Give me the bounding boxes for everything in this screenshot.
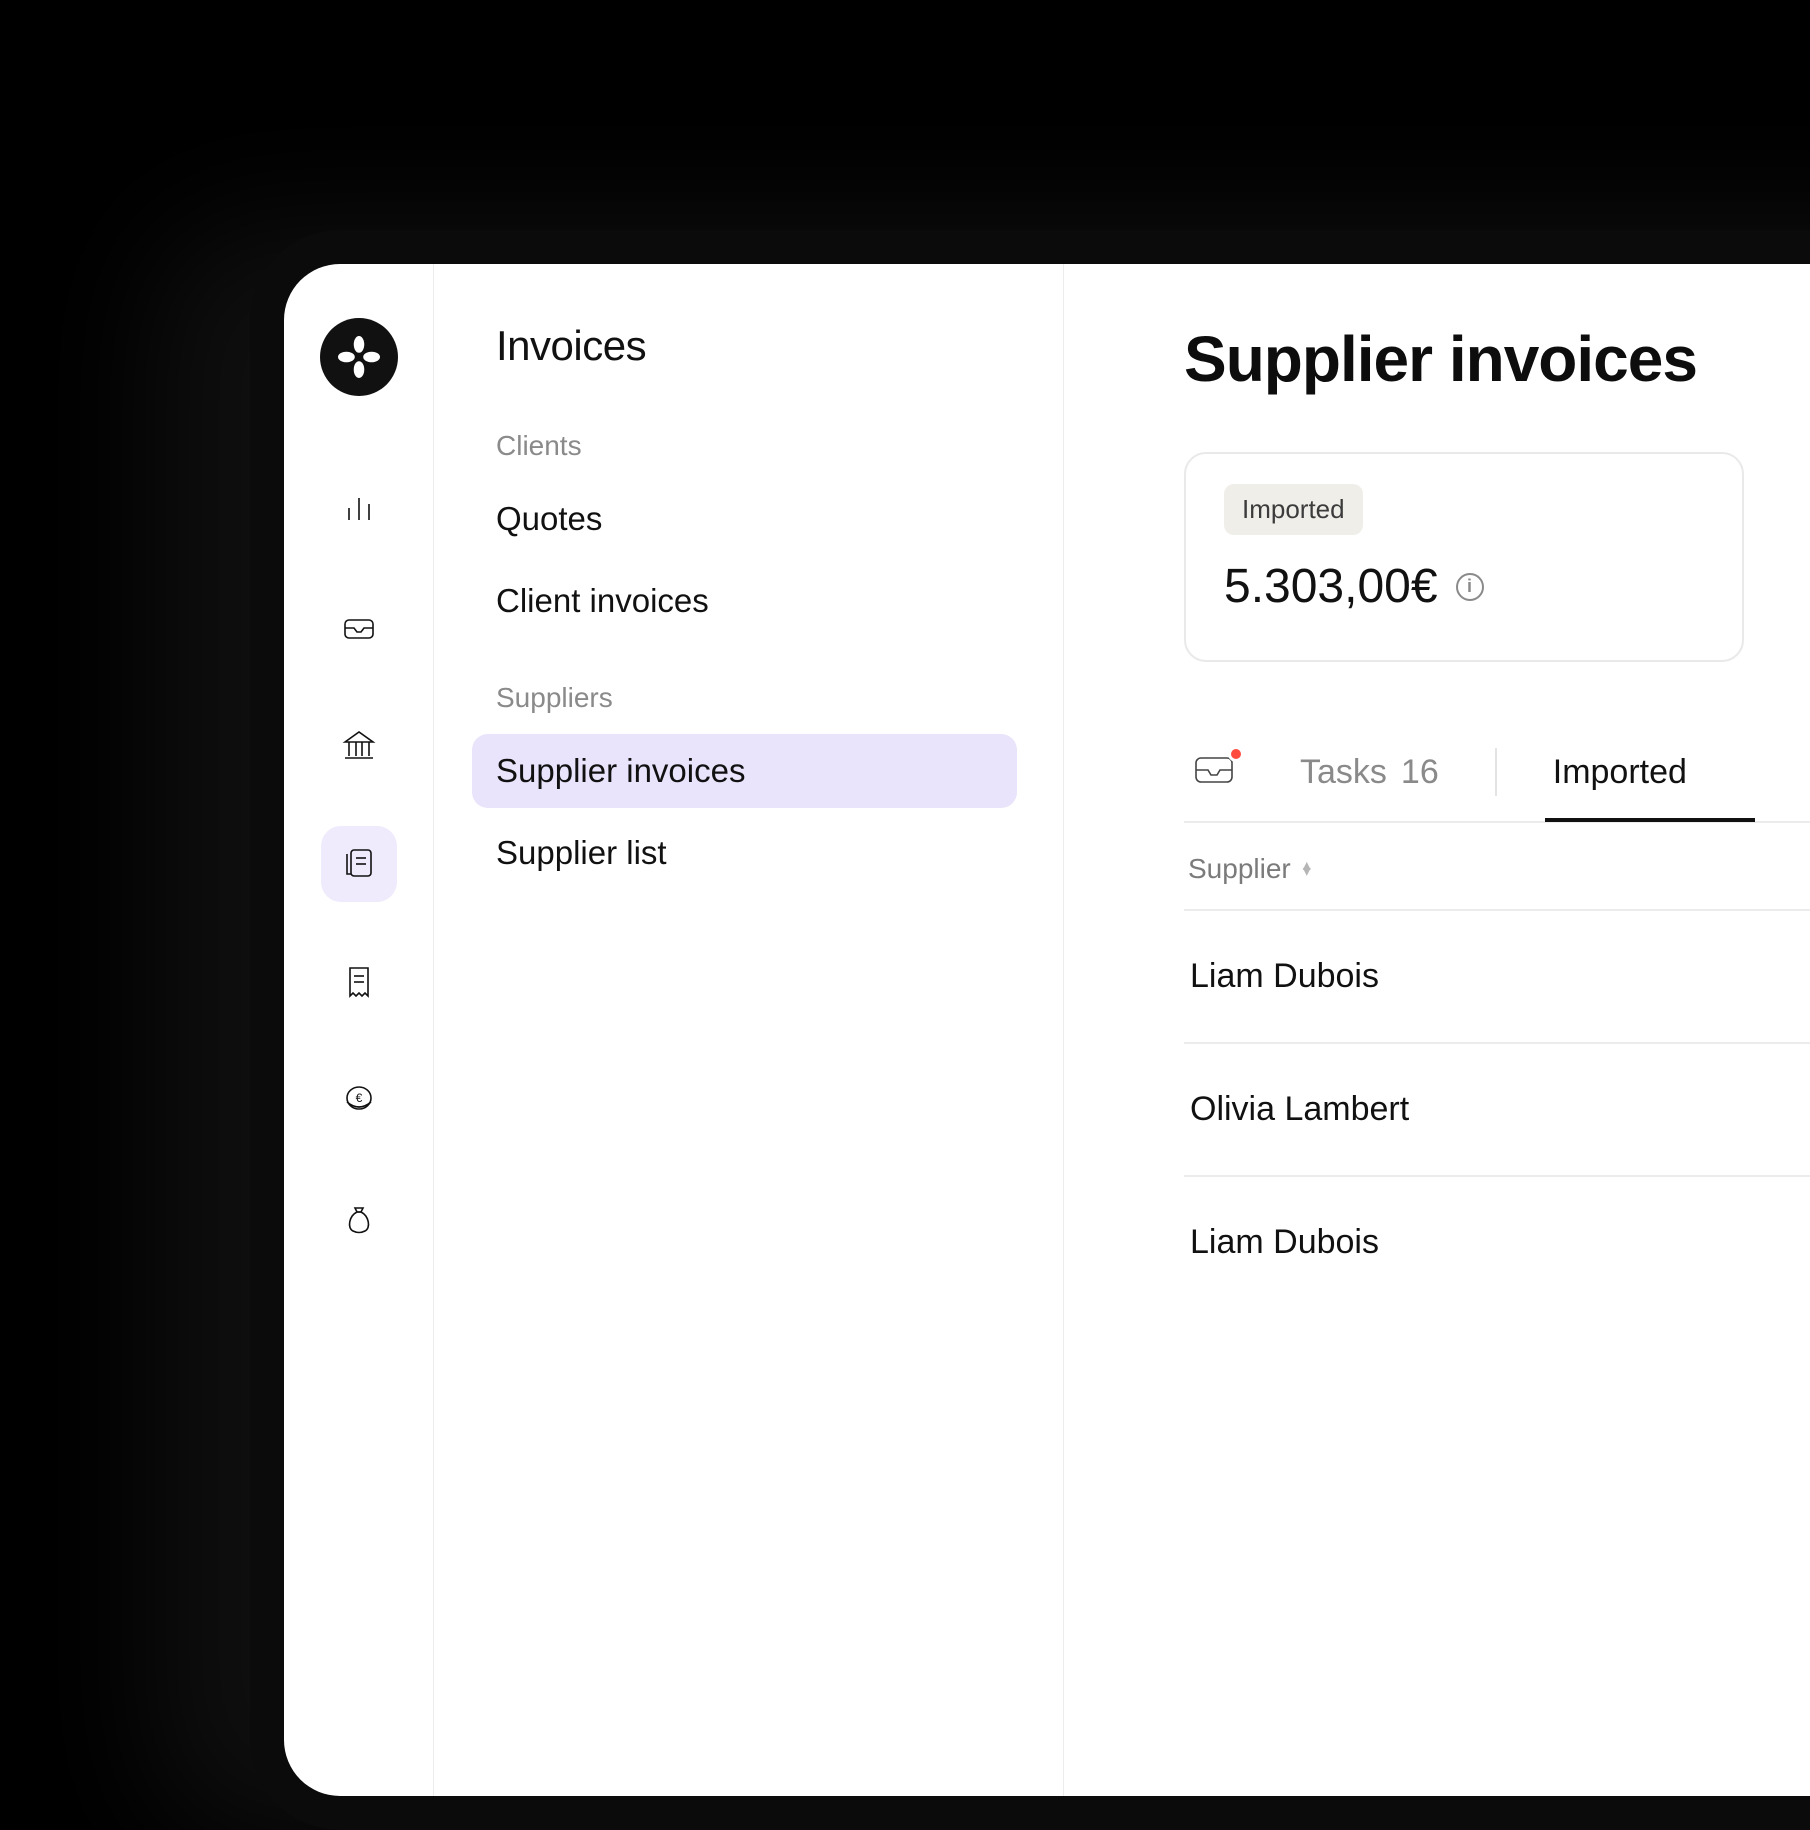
summary-card-imported[interactable]: Imported 5.303,00€ i — [1184, 452, 1744, 662]
app-logo[interactable] — [320, 318, 398, 396]
logo-icon — [338, 336, 380, 378]
tab-imported-label: Imported — [1553, 753, 1687, 792]
tab-divider — [1495, 748, 1497, 796]
bank-icon — [339, 726, 379, 766]
rail-analytics[interactable] — [321, 472, 397, 548]
supplier-name: Liam Dubois — [1190, 1223, 1379, 1261]
nav-supplier-invoices[interactable]: Supplier invoices — [472, 734, 1017, 808]
status-chip: Imported — [1224, 484, 1363, 535]
inbox-icon — [339, 608, 379, 648]
receipt-icon — [339, 962, 379, 1002]
invoice-icon — [339, 844, 379, 884]
subnav-group-label: Suppliers — [496, 682, 1017, 714]
subnav-group-clients: Clients Quotes Client invoices — [496, 430, 1017, 638]
column-supplier-label: Supplier — [1188, 853, 1291, 885]
table-row[interactable]: Liam Dubois — [1184, 911, 1810, 1044]
table-row[interactable]: Olivia Lambert — [1184, 1044, 1810, 1177]
page-title: Supplier invoices — [1184, 322, 1810, 396]
rail-inbox[interactable] — [321, 590, 397, 666]
tab-tasks-label: Tasks — [1300, 753, 1387, 792]
rail-treasury[interactable] — [321, 1180, 397, 1256]
supplier-name: Liam Dubois — [1190, 957, 1379, 995]
device-frame: € Invoices Clients Quotes Client invoice… — [250, 230, 1810, 1830]
rail-bank[interactable] — [321, 708, 397, 784]
supplier-name: Olivia Lambert — [1190, 1090, 1409, 1128]
nav-supplier-list[interactable]: Supplier list — [472, 816, 1017, 890]
subnav-group-suppliers: Suppliers Supplier invoices Supplier lis… — [496, 682, 1017, 890]
info-icon[interactable]: i — [1456, 573, 1484, 601]
tab-inbox[interactable] — [1184, 742, 1244, 821]
bar-chart-icon — [339, 490, 379, 530]
tab-tasks[interactable]: Tasks 16 — [1292, 743, 1447, 820]
rail-payments[interactable]: € — [321, 1062, 397, 1138]
subnav-group-label: Clients — [496, 430, 1017, 462]
column-header-supplier[interactable]: Supplier ▴▾ — [1184, 823, 1810, 911]
imported-amount: 5.303,00€ — [1224, 559, 1438, 614]
main-content: Supplier invoices Imported 5.303,00€ i — [1064, 264, 1810, 1796]
app-window: € Invoices Clients Quotes Client invoice… — [284, 264, 1810, 1796]
rail-receipts[interactable] — [321, 944, 397, 1020]
rail-invoices[interactable] — [321, 826, 397, 902]
secondary-nav: Invoices Clients Quotes Client invoices … — [434, 264, 1064, 1796]
nav-quotes[interactable]: Quotes — [472, 482, 1017, 556]
table-row[interactable]: Liam Dubois — [1184, 1177, 1810, 1308]
amount-row: 5.303,00€ i — [1224, 559, 1704, 614]
tab-tasks-count: 16 — [1401, 753, 1439, 792]
notification-dot-icon — [1228, 746, 1244, 762]
nav-client-invoices[interactable]: Client invoices — [472, 564, 1017, 638]
icon-rail: € — [284, 264, 434, 1796]
subnav-title: Invoices — [496, 322, 1017, 370]
svg-text:€: € — [355, 1091, 362, 1105]
tabs-bar: Tasks 16 Imported — [1184, 742, 1810, 823]
money-bag-icon — [339, 1198, 379, 1238]
tab-imported[interactable]: Imported — [1545, 743, 1695, 820]
euro-coin-icon: € — [339, 1080, 379, 1120]
sort-icon: ▴▾ — [1303, 863, 1311, 875]
